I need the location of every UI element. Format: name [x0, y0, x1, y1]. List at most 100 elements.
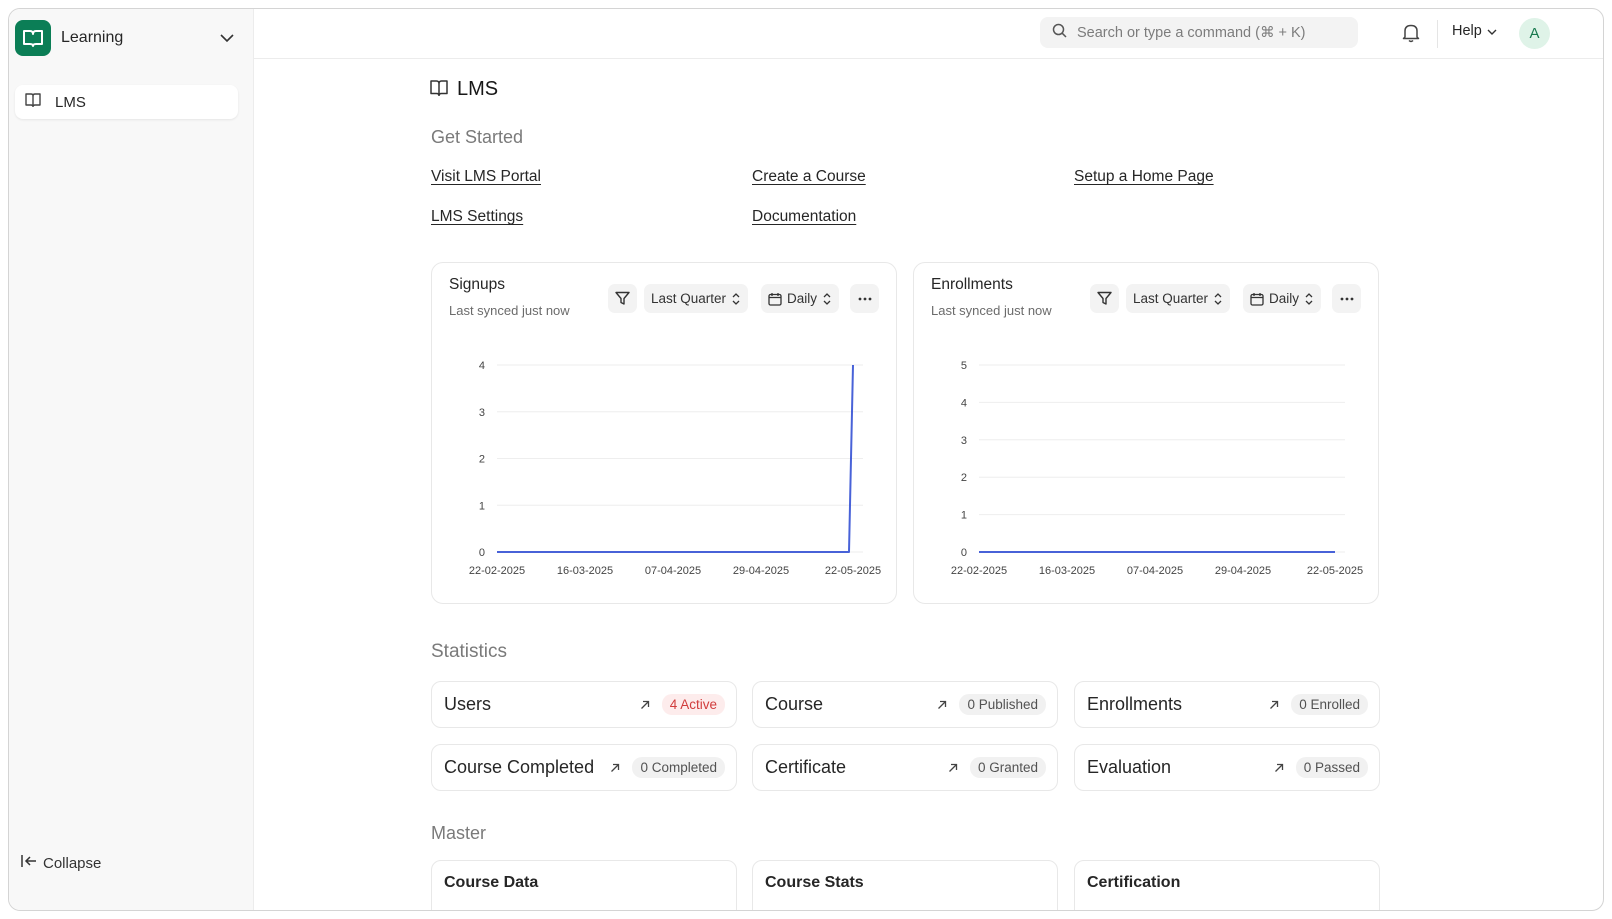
master-card-course-stats[interactable]: Course Stats	[752, 860, 1058, 910]
chevron-down-icon	[1487, 23, 1497, 39]
sidebar-item-lms[interactable]: LMS	[15, 85, 238, 119]
x-tick-label: 22-05-2025	[825, 565, 881, 577]
x-tick-label: 29-04-2025	[1215, 565, 1271, 577]
y-tick-label: 2	[479, 454, 485, 466]
more-options-button[interactable]	[850, 284, 879, 313]
x-tick-label: 22-02-2025	[469, 565, 525, 577]
calendar-icon	[1250, 292, 1264, 306]
stat-name: Course	[765, 694, 824, 714]
signups-line-chart: 0 1 2 3 4 22-02-2025 16-03-2025 07-04-2025 29-04…	[469, 360, 881, 577]
chevron-up-down-icon	[1305, 292, 1313, 305]
filter-icon	[615, 291, 630, 305]
more-options-button[interactable]	[1332, 284, 1361, 313]
y-tick-label: 1	[961, 510, 967, 522]
help-label: Help	[1452, 23, 1482, 39]
learning-logo-icon	[15, 20, 51, 56]
range-label: Last Quarter	[651, 291, 727, 306]
range-select[interactable]: Last Quarter	[1126, 284, 1231, 313]
search-placeholder: Search or type a command (⌘ + K)	[1077, 24, 1306, 41]
calendar-icon	[768, 292, 782, 306]
y-tick-label: 1	[479, 500, 485, 512]
interval-select[interactable]: Daily	[1243, 284, 1322, 313]
signups-chart-card: Signups Last synced just now Last Quarte…	[431, 262, 897, 604]
collapse-label: Collapse	[43, 855, 102, 872]
collapse-icon	[21, 854, 37, 873]
stat-card-course[interactable]: Course 0 Published	[752, 681, 1058, 728]
stat-card-enrollments[interactable]: Enrollments 0 Enrolled	[1074, 681, 1380, 728]
master-card-name: Course Stats	[765, 874, 864, 891]
page-title: LMS	[430, 78, 498, 101]
x-tick-label: 22-02-2025	[951, 565, 1007, 577]
chart-subtitle: Last synced just now	[449, 303, 570, 318]
chevron-up-down-icon	[823, 292, 831, 305]
visit-lms-portal-link[interactable]: Visit LMS Portal	[431, 168, 541, 186]
filter-button[interactable]	[1090, 284, 1119, 313]
app-window: Learning LMS Collapse Search or type a c…	[8, 8, 1604, 911]
arrow-up-right-icon	[638, 698, 652, 712]
stat-card-users[interactable]: Users 4 Active	[431, 681, 737, 728]
statistics-heading: Statistics	[431, 641, 508, 662]
y-tick-label: 4	[961, 397, 967, 409]
interval-label: Daily	[787, 291, 818, 306]
get-started-heading: Get Started	[431, 127, 524, 147]
y-tick-label: 3	[479, 407, 485, 419]
filter-button[interactable]	[608, 284, 637, 313]
avatar[interactable]: A	[1519, 18, 1550, 49]
interval-label: Daily	[1269, 291, 1300, 306]
lms-settings-link[interactable]: LMS Settings	[431, 208, 523, 226]
master-card-course-data[interactable]: Course Data	[431, 860, 737, 910]
main-content: LMS Get Started Visit LMS Portal Create …	[254, 60, 1603, 910]
arrow-up-right-icon	[1267, 698, 1281, 712]
interval-select[interactable]: Daily	[761, 284, 840, 313]
stat-card-certificate[interactable]: Certificate 0 Granted	[752, 744, 1058, 791]
status-badge: 0 Completed	[632, 757, 725, 778]
stat-card-evaluation[interactable]: Evaluation 0 Passed	[1074, 744, 1380, 791]
x-tick-label: 16-03-2025	[557, 565, 613, 577]
create-course-link[interactable]: Create a Course	[752, 168, 866, 186]
stat-name: Evaluation	[1087, 757, 1172, 777]
y-tick-label: 5	[961, 360, 967, 372]
range-label: Last Quarter	[1133, 291, 1209, 306]
status-badge: 0 Enrolled	[1291, 694, 1368, 715]
more-horizontal-icon	[1340, 297, 1353, 300]
chart-title: Signups	[449, 276, 506, 293]
y-tick-label: 3	[961, 435, 967, 447]
status-badge: 0 Passed	[1295, 757, 1368, 778]
y-tick-label: 0	[961, 547, 967, 559]
master-card-name: Certification	[1087, 874, 1181, 891]
y-tick-label: 0	[479, 547, 485, 559]
y-tick-label: 4	[479, 360, 485, 372]
documentation-link[interactable]: Documentation	[752, 208, 856, 226]
stat-name: Certificate	[765, 757, 847, 777]
stat-card-course-completed[interactable]: Course Completed 0 Completed	[431, 744, 737, 791]
stat-name: Enrollments	[1087, 694, 1183, 714]
book-icon	[25, 92, 41, 112]
search-icon	[1052, 23, 1067, 43]
search-input[interactable]: Search or type a command (⌘ + K)	[1040, 17, 1358, 48]
collapse-button[interactable]: Collapse	[21, 854, 101, 873]
x-tick-label: 07-04-2025	[645, 565, 701, 577]
topbar-divider	[1437, 20, 1438, 48]
app-switcher[interactable]: Learning	[15, 20, 241, 56]
app-name: Learning	[61, 29, 124, 46]
filter-icon	[1097, 291, 1112, 305]
master-card-name: Course Data	[444, 874, 539, 891]
chevron-up-down-icon	[1214, 292, 1222, 305]
status-badge: 0 Published	[959, 694, 1046, 715]
workspace-title: LMS	[457, 78, 499, 100]
chevron-down-icon	[217, 28, 237, 48]
bell-icon[interactable]	[1402, 23, 1422, 43]
help-menu[interactable]: Help	[1452, 23, 1497, 39]
sidebar-item-label: LMS	[55, 93, 86, 111]
more-horizontal-icon	[858, 297, 871, 300]
enrollments-line-chart: 0 1 2 3 4 5 22-02-2025 16-03-2025 07-04-2025 29-0…	[951, 360, 1363, 577]
master-card-certification[interactable]: Certification	[1074, 860, 1380, 910]
range-select[interactable]: Last Quarter	[644, 284, 749, 313]
setup-home-page-link[interactable]: Setup a Home Page	[1074, 168, 1214, 186]
stat-name: Users	[444, 694, 492, 714]
book-icon	[430, 79, 448, 101]
master-heading: Master	[431, 823, 487, 843]
x-tick-label: 22-05-2025	[1307, 565, 1363, 577]
chart-subtitle: Last synced just now	[931, 303, 1052, 318]
x-tick-label: 07-04-2025	[1127, 565, 1183, 577]
